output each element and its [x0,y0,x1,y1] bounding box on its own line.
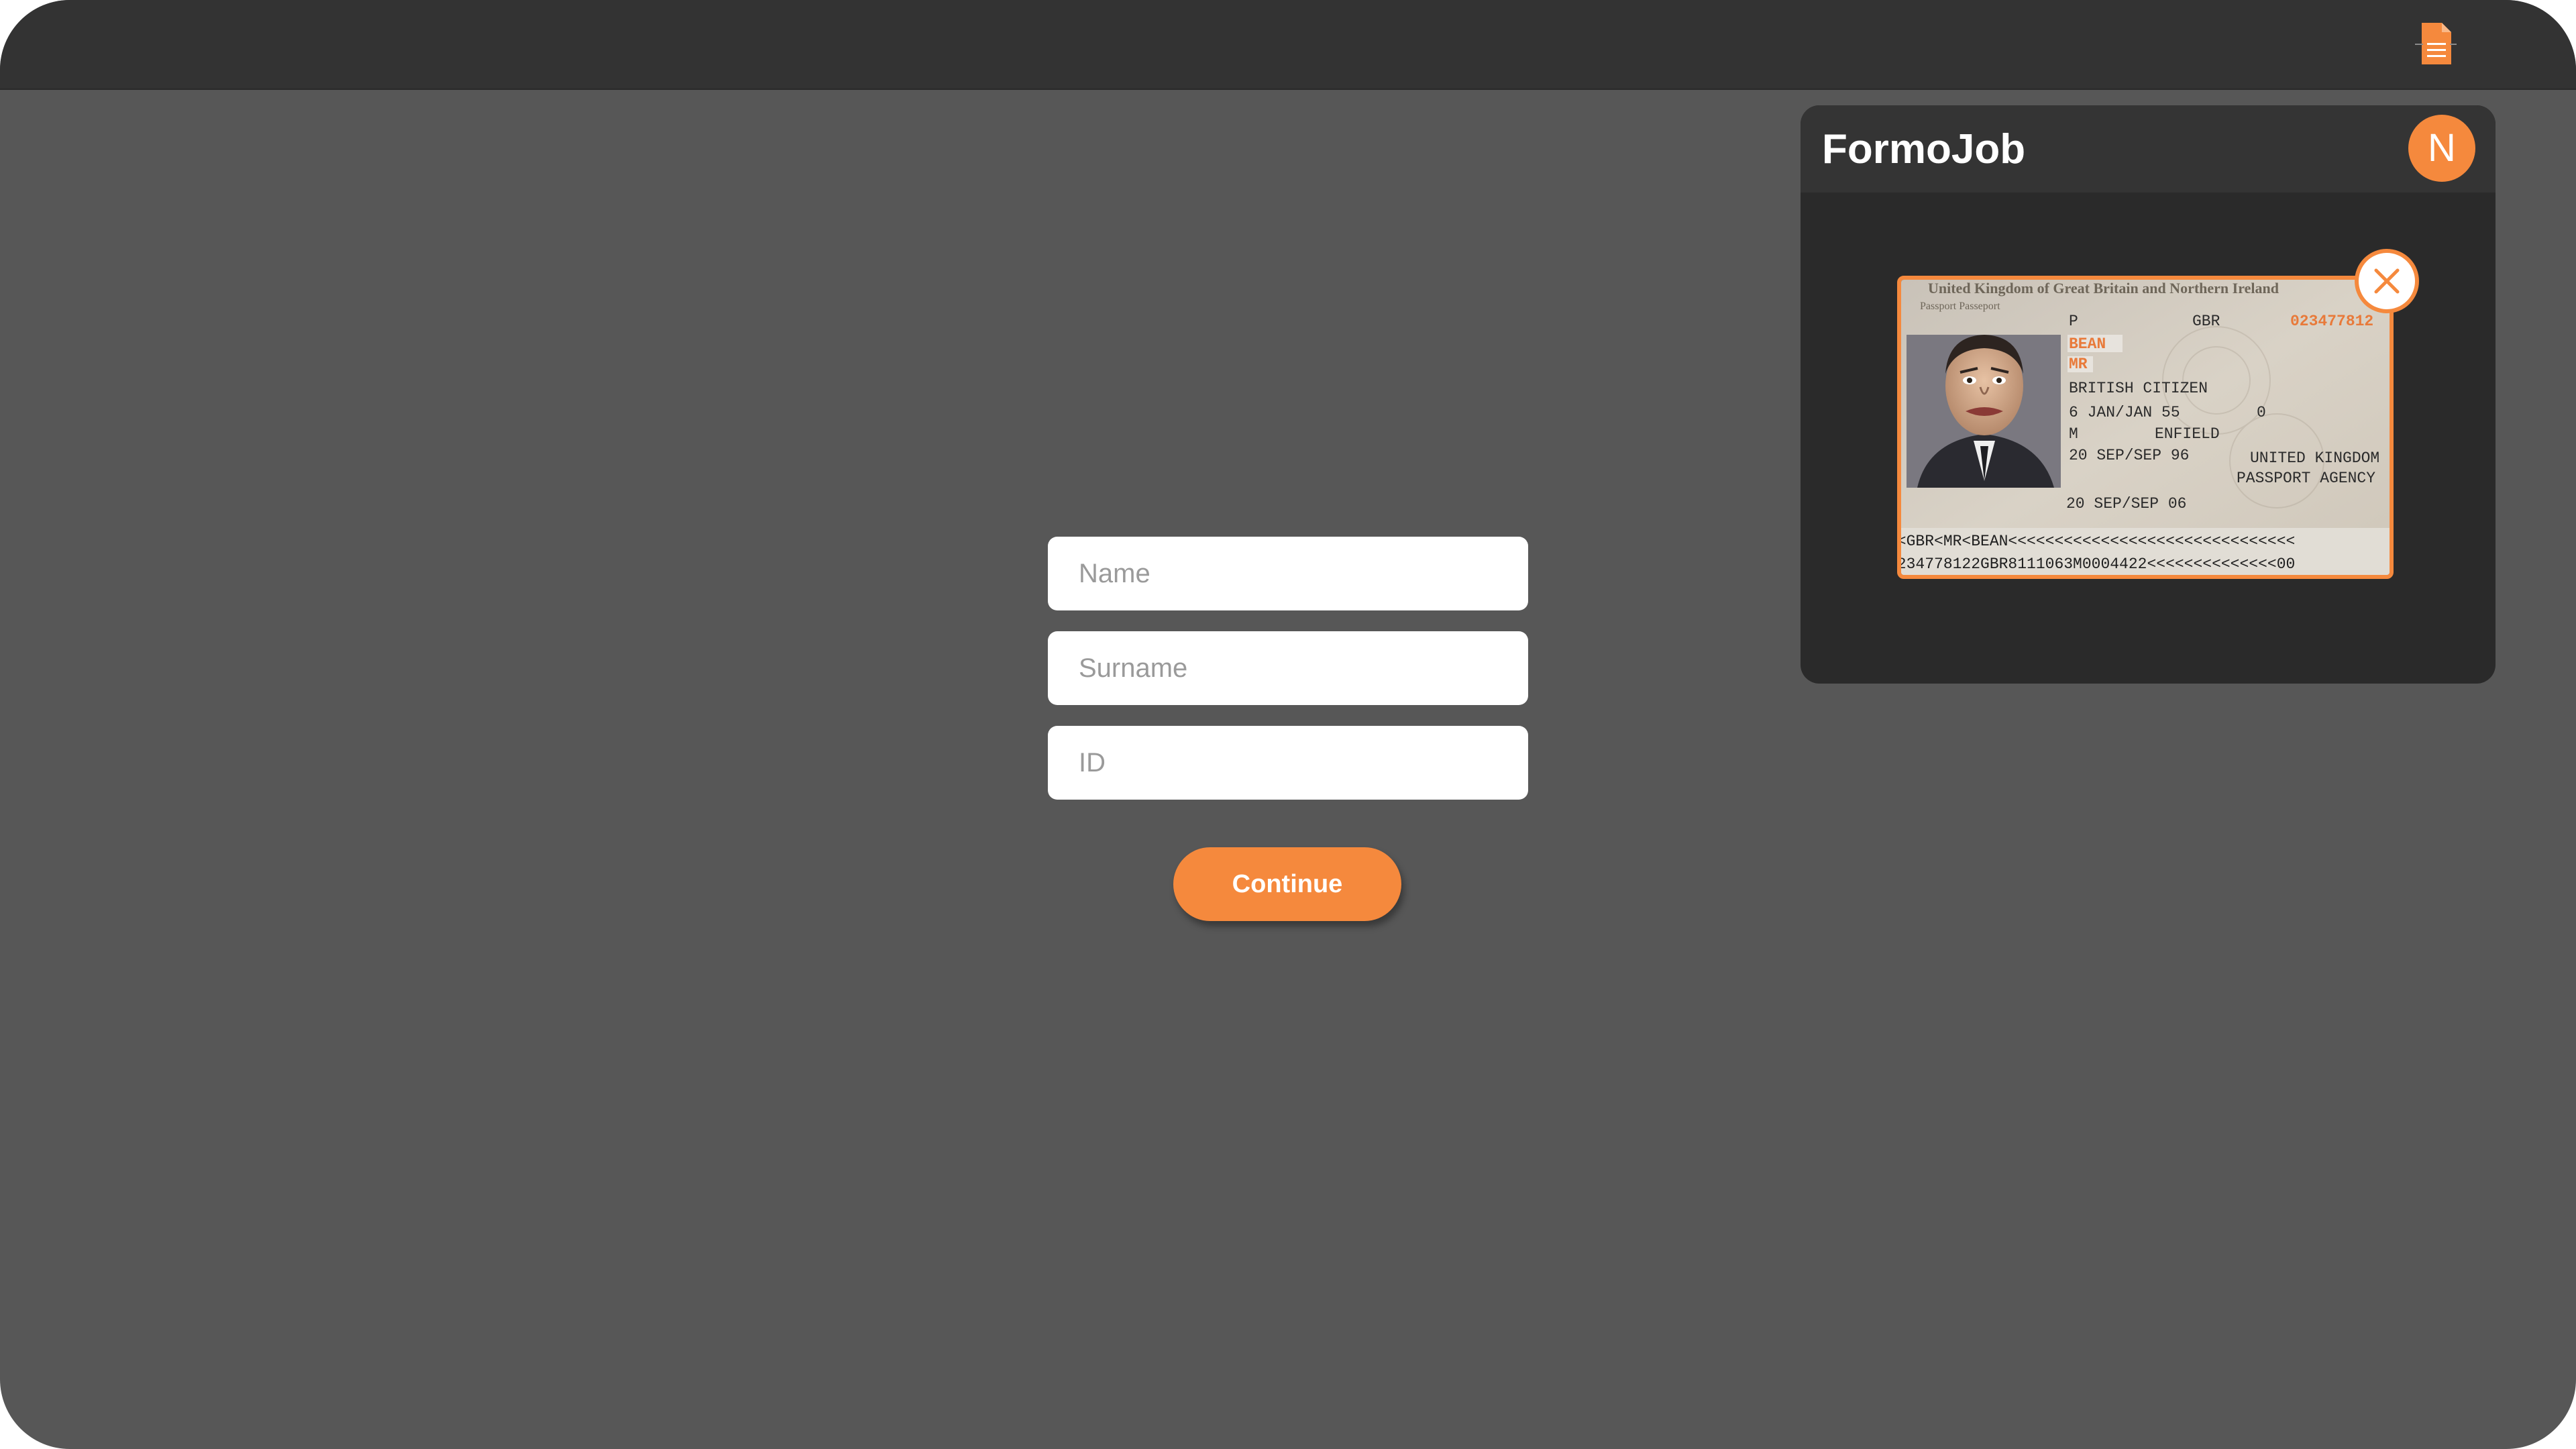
name-input[interactable] [1048,537,1528,610]
passport-doc-label: Passport Passeport [1920,301,2000,312]
id-input[interactable] [1048,726,1528,800]
passport-sex: M [2069,425,2078,443]
passport-code: GBR [2192,313,2220,330]
app-window: Continue FormoJob N [0,0,2576,1449]
top-bar [0,0,2576,90]
passport-date-of-issue: 20 SEP/SEP 96 [2069,447,2189,464]
passport-mrz-line-1: P<GBR<MR<BEAN<<<<<<<<<<<<<<<<<<<<<<<<<<<… [1901,533,2295,550]
passport-image: United Kingdom of Great Britain and Nort… [1897,276,2394,579]
registration-form [1048,537,1528,800]
passport-given-names: MR [2069,356,2088,373]
passport-authority-1: UNITED KINGDOM [2250,449,2379,467]
passport-personal-no: 0 [2257,404,2266,421]
close-icon [2374,268,2400,294]
passport-mrz-line-2: 0234778122GBR8111063M0004422<<<<<<<<<<<<… [1901,555,2295,573]
passport-type: P [2069,313,2078,330]
remove-image-button[interactable] [2355,249,2419,313]
document-icon[interactable] [2411,20,2459,68]
passport-surname: BEAN [2069,335,2106,353]
panel-header: FormoJob N [1801,105,2496,193]
passport-authority-2: PASSPORT AGENCY [2237,470,2375,487]
passport-photo [1907,335,2061,488]
passport-nationality: BRITISH CITIZEN [2069,380,2208,397]
passport-header: United Kingdom of Great Britain and Nort… [1928,280,2279,297]
continue-button[interactable]: Continue [1173,847,1401,921]
avatar[interactable]: N [2408,115,2475,182]
passport-place-of-birth: ENFIELD [2155,425,2220,443]
passport-dob: 6 JAN/JAN 55 [2069,404,2180,421]
passport-number: 023477812 [2290,313,2373,330]
formojob-panel: FormoJob N United Kingdom of Great Brita… [1801,105,2496,684]
panel-title: FormoJob [1822,126,2026,172]
passport-date-of-expiry: 20 SEP/SEP 06 [2066,495,2186,513]
surname-input[interactable] [1048,631,1528,705]
